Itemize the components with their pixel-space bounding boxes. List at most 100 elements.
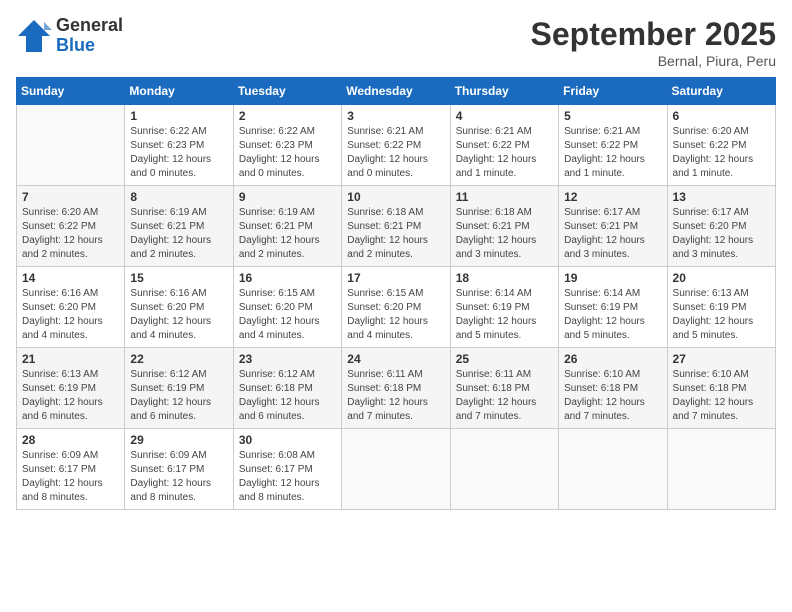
calendar-cell: 28Sunrise: 6:09 AMSunset: 6:17 PMDayligh… (17, 429, 125, 510)
day-info: Sunrise: 6:19 AMSunset: 6:21 PMDaylight:… (239, 206, 336, 262)
day-info: Sunrise: 6:11 AMSunset: 6:18 PMDaylight:… (456, 368, 553, 424)
logo-text-general: General (56, 16, 123, 36)
day-number: 17 (347, 271, 444, 285)
calendar-table: SundayMondayTuesdayWednesdayThursdayFrid… (16, 77, 776, 510)
day-number: 9 (239, 190, 336, 204)
calendar-cell: 12 Sunrise: 6:17 AMSunset: 6:21 PMDayligh… (559, 186, 667, 267)
calendar-cell: 15 Sunrise: 6:16 AMSunset: 6:20 PMDayligh… (125, 267, 233, 348)
calendar-cell: 7Sunrise: 6:20 AMSunset: 6:22 PMDaylight… (17, 186, 125, 267)
day-info: Sunrise: 6:11 AMSunset: 6:18 PMDaylight:… (347, 368, 444, 424)
calendar-cell (667, 429, 775, 510)
calendar-cell: 2 Sunrise: 6:22 AMSunset: 6:23 PMDaylight… (233, 105, 341, 186)
calendar-cell: 17Sunrise: 6:15 AMSunset: 6:20 PMDayligh… (342, 267, 450, 348)
day-number: 19 (564, 271, 661, 285)
calendar-cell: 29Sunrise: 6:09 AMSunset: 6:17 PMDayligh… (125, 429, 233, 510)
day-number: 1 (130, 109, 227, 123)
calendar-cell (342, 429, 450, 510)
page-header: General Blue September 2025 Bernal, Piur… (16, 16, 776, 69)
calendar-cell: 27Sunrise: 6:10 AMSunset: 6:18 PMDayligh… (667, 348, 775, 429)
calendar-cell: 11 Sunrise: 6:18 AMSunset: 6:21 PMDayligh… (450, 186, 558, 267)
header-friday: Friday (559, 78, 667, 105)
calendar-cell: 8 Sunrise: 6:19 AMSunset: 6:21 PMDaylight… (125, 186, 233, 267)
day-number: 8 (130, 190, 227, 204)
day-info: Sunrise: 6:14 AMSunset: 6:19 PMDaylight:… (456, 287, 553, 343)
day-number: 25 (456, 352, 553, 366)
day-info: Sunrise: 6:21 AMSunset: 6:22 PMDaylight:… (564, 125, 661, 181)
day-info: Sunrise: 6:19 AMSunset: 6:21 PMDaylight:… (130, 206, 227, 262)
day-info: Sunrise: 6:20 AMSunset: 6:22 PMDaylight:… (673, 125, 770, 181)
day-info: Sunrise: 6:21 AMSunset: 6:22 PMDaylight:… (456, 125, 553, 181)
day-number: 6 (673, 109, 770, 123)
day-info: Sunrise: 6:17 AMSunset: 6:20 PMDaylight:… (673, 206, 770, 262)
day-number: 15 (130, 271, 227, 285)
day-number: 2 (239, 109, 336, 123)
calendar-week-row: 28Sunrise: 6:09 AMSunset: 6:17 PMDayligh… (17, 429, 776, 510)
day-info: Sunrise: 6:14 AMSunset: 6:19 PMDaylight:… (564, 287, 661, 343)
calendar-cell: 19 Sunrise: 6:14 AMSunset: 6:19 PMDayligh… (559, 267, 667, 348)
day-number: 3 (347, 109, 444, 123)
day-number: 4 (456, 109, 553, 123)
title-block: September 2025 Bernal, Piura, Peru (531, 16, 776, 69)
calendar-cell: 25 Sunrise: 6:11 AMSunset: 6:18 PMDayligh… (450, 348, 558, 429)
day-info: Sunrise: 6:12 AMSunset: 6:19 PMDaylight:… (130, 368, 227, 424)
calendar-cell: 3Sunrise: 6:21 AMSunset: 6:22 PMDaylight… (342, 105, 450, 186)
header-saturday: Saturday (667, 78, 775, 105)
calendar-cell: 9 Sunrise: 6:19 AMSunset: 6:21 PMDaylight… (233, 186, 341, 267)
calendar-cell: 4 Sunrise: 6:21 AMSunset: 6:22 PMDaylight… (450, 105, 558, 186)
logo-text-blue: Blue (56, 36, 123, 56)
calendar-cell: 5Sunrise: 6:21 AMSunset: 6:22 PMDaylight… (559, 105, 667, 186)
day-info: Sunrise: 6:18 AMSunset: 6:21 PMDaylight:… (347, 206, 444, 262)
calendar-cell: 16 Sunrise: 6:15 AMSunset: 6:20 PMDayligh… (233, 267, 341, 348)
calendar-cell: 23 Sunrise: 6:12 AMSunset: 6:18 PMDayligh… (233, 348, 341, 429)
day-number: 29 (130, 433, 227, 447)
calendar-cell: 21 Sunrise: 6:13 AMSunset: 6:19 PMDayligh… (17, 348, 125, 429)
calendar-cell: 10Sunrise: 6:18 AMSunset: 6:21 PMDayligh… (342, 186, 450, 267)
day-number: 12 (564, 190, 661, 204)
calendar-cell: 22 Sunrise: 6:12 AMSunset: 6:19 PMDayligh… (125, 348, 233, 429)
logo-icon (16, 18, 52, 54)
calendar-cell: 14 Sunrise: 6:16 AMSunset: 6:20 PMDayligh… (17, 267, 125, 348)
header-monday: Monday (125, 78, 233, 105)
month-title: September 2025 (531, 16, 776, 53)
day-number: 14 (22, 271, 119, 285)
day-number: 21 (22, 352, 119, 366)
day-number: 30 (239, 433, 336, 447)
day-number: 16 (239, 271, 336, 285)
day-number: 27 (673, 352, 770, 366)
calendar-cell: 26 Sunrise: 6:10 AMSunset: 6:18 PMDayligh… (559, 348, 667, 429)
day-info: Sunrise: 6:16 AMSunset: 6:20 PMDaylight:… (130, 287, 227, 343)
calendar-week-row: 1 Sunrise: 6:22 AMSunset: 6:23 PMDaylight… (17, 105, 776, 186)
day-info: Sunrise: 6:18 AMSunset: 6:21 PMDaylight:… (456, 206, 553, 262)
header-wednesday: Wednesday (342, 78, 450, 105)
calendar-week-row: 7Sunrise: 6:20 AMSunset: 6:22 PMDaylight… (17, 186, 776, 267)
day-info: Sunrise: 6:17 AMSunset: 6:21 PMDaylight:… (564, 206, 661, 262)
day-number: 26 (564, 352, 661, 366)
day-number: 22 (130, 352, 227, 366)
header-sunday: Sunday (17, 78, 125, 105)
calendar-cell (17, 105, 125, 186)
day-number: 13 (673, 190, 770, 204)
calendar-cell (450, 429, 558, 510)
day-info: Sunrise: 6:13 AMSunset: 6:19 PMDaylight:… (22, 368, 119, 424)
calendar-week-row: 14 Sunrise: 6:16 AMSunset: 6:20 PMDayligh… (17, 267, 776, 348)
day-info: Sunrise: 6:13 AMSunset: 6:19 PMDaylight:… (673, 287, 770, 343)
calendar-cell: 6 Sunrise: 6:20 AMSunset: 6:22 PMDaylight… (667, 105, 775, 186)
day-info: Sunrise: 6:12 AMSunset: 6:18 PMDaylight:… (239, 368, 336, 424)
day-number: 20 (673, 271, 770, 285)
day-info: Sunrise: 6:16 AMSunset: 6:20 PMDaylight:… (22, 287, 119, 343)
day-info: Sunrise: 6:15 AMSunset: 6:20 PMDaylight:… (239, 287, 336, 343)
day-info: Sunrise: 6:22 AMSunset: 6:23 PMDaylight:… (130, 125, 227, 181)
header-tuesday: Tuesday (233, 78, 341, 105)
day-number: 7 (22, 190, 119, 204)
day-number: 23 (239, 352, 336, 366)
day-info: Sunrise: 6:10 AMSunset: 6:18 PMDaylight:… (564, 368, 661, 424)
calendar-cell: 13 Sunrise: 6:17 AMSunset: 6:20 PMDayligh… (667, 186, 775, 267)
day-number: 18 (456, 271, 553, 285)
day-number: 28 (22, 433, 119, 447)
day-number: 24 (347, 352, 444, 366)
location: Bernal, Piura, Peru (531, 53, 776, 69)
calendar-cell: 18 Sunrise: 6:14 AMSunset: 6:19 PMDayligh… (450, 267, 558, 348)
calendar-cell: 24 Sunrise: 6:11 AMSunset: 6:18 PMDayligh… (342, 348, 450, 429)
day-number: 11 (456, 190, 553, 204)
day-info: Sunrise: 6:22 AMSunset: 6:23 PMDaylight:… (239, 125, 336, 181)
